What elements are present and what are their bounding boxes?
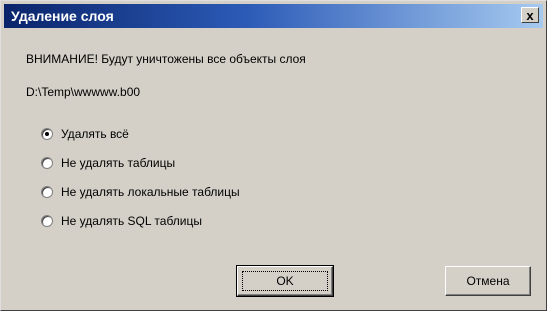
focus-rectangle [242,271,328,291]
option-label: Не удалять таблицы [61,156,176,170]
radio-button[interactable] [41,186,53,198]
option-keep-sql-tables[interactable]: Не удалять SQL таблицы [41,213,240,229]
radio-selected-dot [45,132,49,136]
option-keep-local-tables[interactable]: Не удалять локальные таблицы [41,184,240,200]
option-keep-tables[interactable]: Не удалять таблицы [41,155,240,171]
radio-button[interactable] [41,157,53,169]
cancel-button-label: Отмена [466,274,510,288]
delete-options-group: Удалять всё Не удалять таблицы Не удалят… [41,126,240,242]
radio-button[interactable] [41,215,53,227]
title-bar[interactable]: Удаление слоя x [4,4,543,28]
delete-layer-dialog: Удаление слоя x ВНИМАНИЕ! Будут уничтоже… [0,0,547,311]
option-label: Удалять всё [61,127,129,141]
option-label: Не удалять локальные таблицы [61,185,240,199]
dialog-title: Удаление слоя [11,8,114,24]
option-label: Не удалять SQL таблицы [61,214,203,228]
close-button[interactable]: x [521,7,539,23]
layer-path: D:\Temp\wwwww.b00 [26,85,141,99]
ok-button[interactable]: OK [236,265,334,297]
option-delete-all[interactable]: Удалять всё [41,126,240,142]
radio-button[interactable] [41,128,53,140]
cancel-button[interactable]: Отмена [445,266,531,296]
warning-message: ВНИМАНИЕ! Будут уничтожены все объекты с… [26,52,306,66]
close-icon: x [526,7,534,23]
